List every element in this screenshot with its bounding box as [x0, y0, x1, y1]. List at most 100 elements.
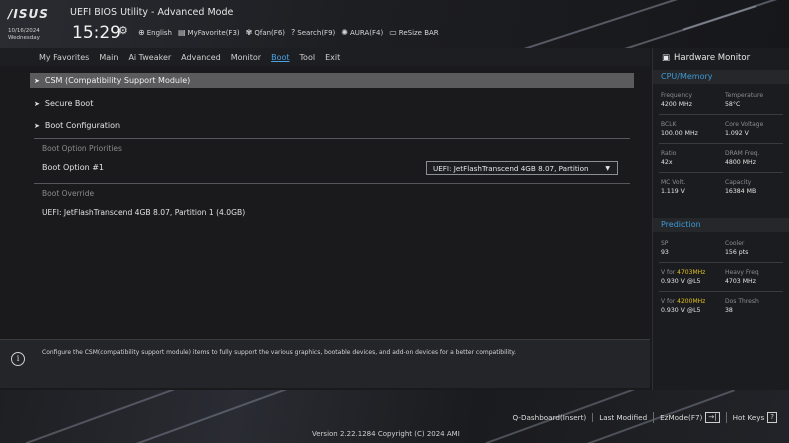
toolbar-label: ReSize BAR	[398, 28, 439, 37]
resize-bar-icon: ▭	[389, 28, 397, 37]
hw-label: Cooler	[725, 240, 745, 247]
hw-divider	[659, 172, 783, 173]
divider	[34, 138, 630, 139]
toolbar-item-qfan-f6[interactable]: ✾ Qfan(F6)	[246, 28, 285, 37]
asus-logo: /ISUS	[8, 7, 49, 21]
submenu-csm[interactable]: ➤ CSM (Compatibility Support Module)	[30, 73, 634, 88]
header-toolbar: ⊕ English ▤ MyFavorite(F3) ✾ Qfan(F6) ? Search(…	[138, 28, 439, 37]
cpu-memory-header: CPU/Memory	[661, 72, 713, 81]
boot-option-1-label: Boot Option #1	[42, 163, 104, 172]
hw-label-freq: 4703MHz	[677, 269, 706, 276]
date-display[interactable]: 10/16/2024 Wednesday	[8, 28, 40, 42]
boot-page: ➤ CSM (Compatibility Support Module) ➤ S…	[30, 68, 636, 339]
toolbar-item-search-f9[interactable]: ? Search(F9)	[291, 28, 335, 37]
boot-override-header: Boot Override	[42, 189, 95, 198]
menu-tab-ai-tweaker[interactable]: Ai Tweaker	[128, 53, 171, 62]
chevron-right-icon: ➤	[34, 99, 40, 108]
menu-tab-advanced[interactable]: Advanced	[181, 53, 221, 62]
hw-value: 4200 MHz	[661, 101, 692, 108]
menu-tab-main[interactable]: Main	[99, 53, 118, 62]
hw-value: 42x	[661, 159, 673, 166]
hw-divider	[659, 143, 783, 144]
favorite-icon: ▤	[177, 28, 186, 37]
hw-label: BCLK	[661, 121, 677, 128]
exit-arrow-icon: →|	[705, 412, 720, 423]
bios-window: /ISUS UEFI BIOS Utility - Advanced Mode …	[0, 0, 789, 443]
info-icon: i	[11, 352, 25, 366]
hw-value: 93	[661, 249, 669, 256]
weekday-text: Wednesday	[8, 35, 40, 41]
ezmode-label: EzMode(F7)	[660, 413, 703, 422]
hw-label: Heavy Freq	[725, 269, 759, 276]
hardware-monitor-label: Hardware Monitor	[674, 53, 751, 63]
hw-value: 0.930 V @L5	[661, 278, 701, 285]
help-text: Configure the CSM(compatibility support …	[42, 349, 517, 356]
gear-icon[interactable]: ⚙	[118, 24, 128, 37]
divider	[34, 183, 630, 184]
menu-tab-my-favorites[interactable]: My Favorites	[39, 53, 89, 62]
submenu-boot-configuration[interactable]: ➤ Boot Configuration	[30, 118, 634, 133]
hw-value: 38	[725, 307, 733, 314]
submenu-label: Secure Boot	[44, 99, 94, 108]
submenu-secure-boot[interactable]: ➤ Secure Boot	[30, 96, 634, 111]
hw-divider	[659, 262, 783, 263]
header-bar: /ISUS UEFI BIOS Utility - Advanced Mode …	[0, 0, 789, 48]
toolbar-item-myfavorite-f3[interactable]: ▤ MyFavorite(F3)	[178, 28, 240, 37]
last-modified-button[interactable]: Last Modified	[592, 413, 653, 422]
hw-label-freq: 4200MHz	[677, 298, 706, 305]
hw-divider	[659, 114, 783, 115]
main-menu-bar: My Favorites Main Ai Tweaker Advanced Monito…	[0, 48, 650, 66]
boot-priorities-header: Boot Option Priorities	[42, 144, 122, 153]
ezmode-button[interactable]: EzMode(F7) →|	[653, 412, 725, 423]
hw-label: Capacity	[725, 179, 752, 186]
toolbar-item-english[interactable]: ⊕ English	[138, 28, 172, 37]
hw-label: Ratio	[661, 150, 677, 157]
hw-label: MC Volt.	[661, 179, 686, 186]
boot-option-1-value: UEFI: JetFlashTranscend 4GB 8.07, Partit…	[433, 163, 589, 173]
chevron-right-icon: ➤	[34, 76, 40, 85]
globe-icon: ⊕	[138, 28, 145, 37]
chevron-right-icon: ➤	[34, 121, 40, 130]
menu-tab-tool[interactable]: Tool	[300, 53, 316, 62]
date-text: 10/16/2024	[8, 28, 40, 34]
hw-label: Temperature	[725, 92, 764, 99]
hardware-monitor-panel: ▣ Hardware Monitor CPU/Memory Frequency 4…	[652, 48, 789, 393]
toolbar-label: AURA(F4)	[349, 28, 384, 37]
menu-tab-monitor[interactable]: Monitor	[231, 53, 261, 62]
hw-value: 0.930 V @L5	[661, 307, 701, 314]
boot-option-1-select[interactable]: UEFI: JetFlashTranscend 4GB 8.07, Partit…	[426, 161, 618, 175]
q-dashboard-button[interactable]: Q-Dashboard(Insert)	[507, 413, 593, 422]
hw-value: 1.119 V	[661, 188, 685, 195]
last-modified-label: Last Modified	[599, 413, 648, 422]
hw-label: Dos Thresh	[725, 298, 759, 305]
toolbar-item-aura-f4[interactable]: ✺ AURA(F4)	[341, 28, 383, 37]
time-display[interactable]: 15:29	[72, 23, 121, 43]
hw-divider	[659, 291, 783, 292]
app-title: UEFI BIOS Utility - Advanced Mode	[70, 7, 234, 18]
monitor-icon: ▣	[662, 53, 671, 63]
help-bar: i Configure the CSM(compatibility suppor…	[0, 339, 650, 388]
hw-value: 100.00 MHz	[661, 130, 698, 137]
footer-links: Q-Dashboard(Insert) Last Modified EzMode…	[507, 412, 783, 423]
hw-value: 1.092 V	[725, 130, 749, 137]
version-text: Version 2.22.1284 Copyright (C) 2024 AMI	[312, 430, 460, 438]
hw-value: 58°C	[725, 101, 741, 108]
hw-label-prefix: V for	[661, 269, 678, 276]
hw-value: 16384 MB	[725, 188, 757, 195]
menu-tab-boot[interactable]: Boot	[271, 53, 289, 62]
toolbar-item-resize-bar[interactable]: ▭ ReSize BAR	[389, 28, 438, 37]
toolbar-label: MyFavorite(F3)	[187, 28, 240, 37]
hot-keys-label: Hot Keys	[732, 413, 765, 422]
hot-keys-button[interactable]: Hot Keys ?	[725, 412, 783, 423]
hw-label-prefix: V for	[661, 298, 678, 305]
menu-tab-exit[interactable]: Exit	[325, 53, 340, 62]
submenu-label: CSM (Compatibility Support Module)	[44, 76, 191, 85]
toolbar-label: Search(F9)	[297, 28, 336, 37]
toolbar-label: Qfan(F6)	[254, 28, 286, 37]
boot-override-item[interactable]: UEFI: JetFlashTranscend 4GB 8.07, Partit…	[42, 208, 245, 217]
hardware-monitor-title: ▣ Hardware Monitor	[662, 53, 750, 63]
help-icon: ?	[767, 412, 777, 423]
hw-value: 4703 MHz	[725, 278, 756, 285]
aura-icon: ✺	[341, 28, 348, 37]
hw-label: V for 4200MHz	[661, 298, 705, 305]
